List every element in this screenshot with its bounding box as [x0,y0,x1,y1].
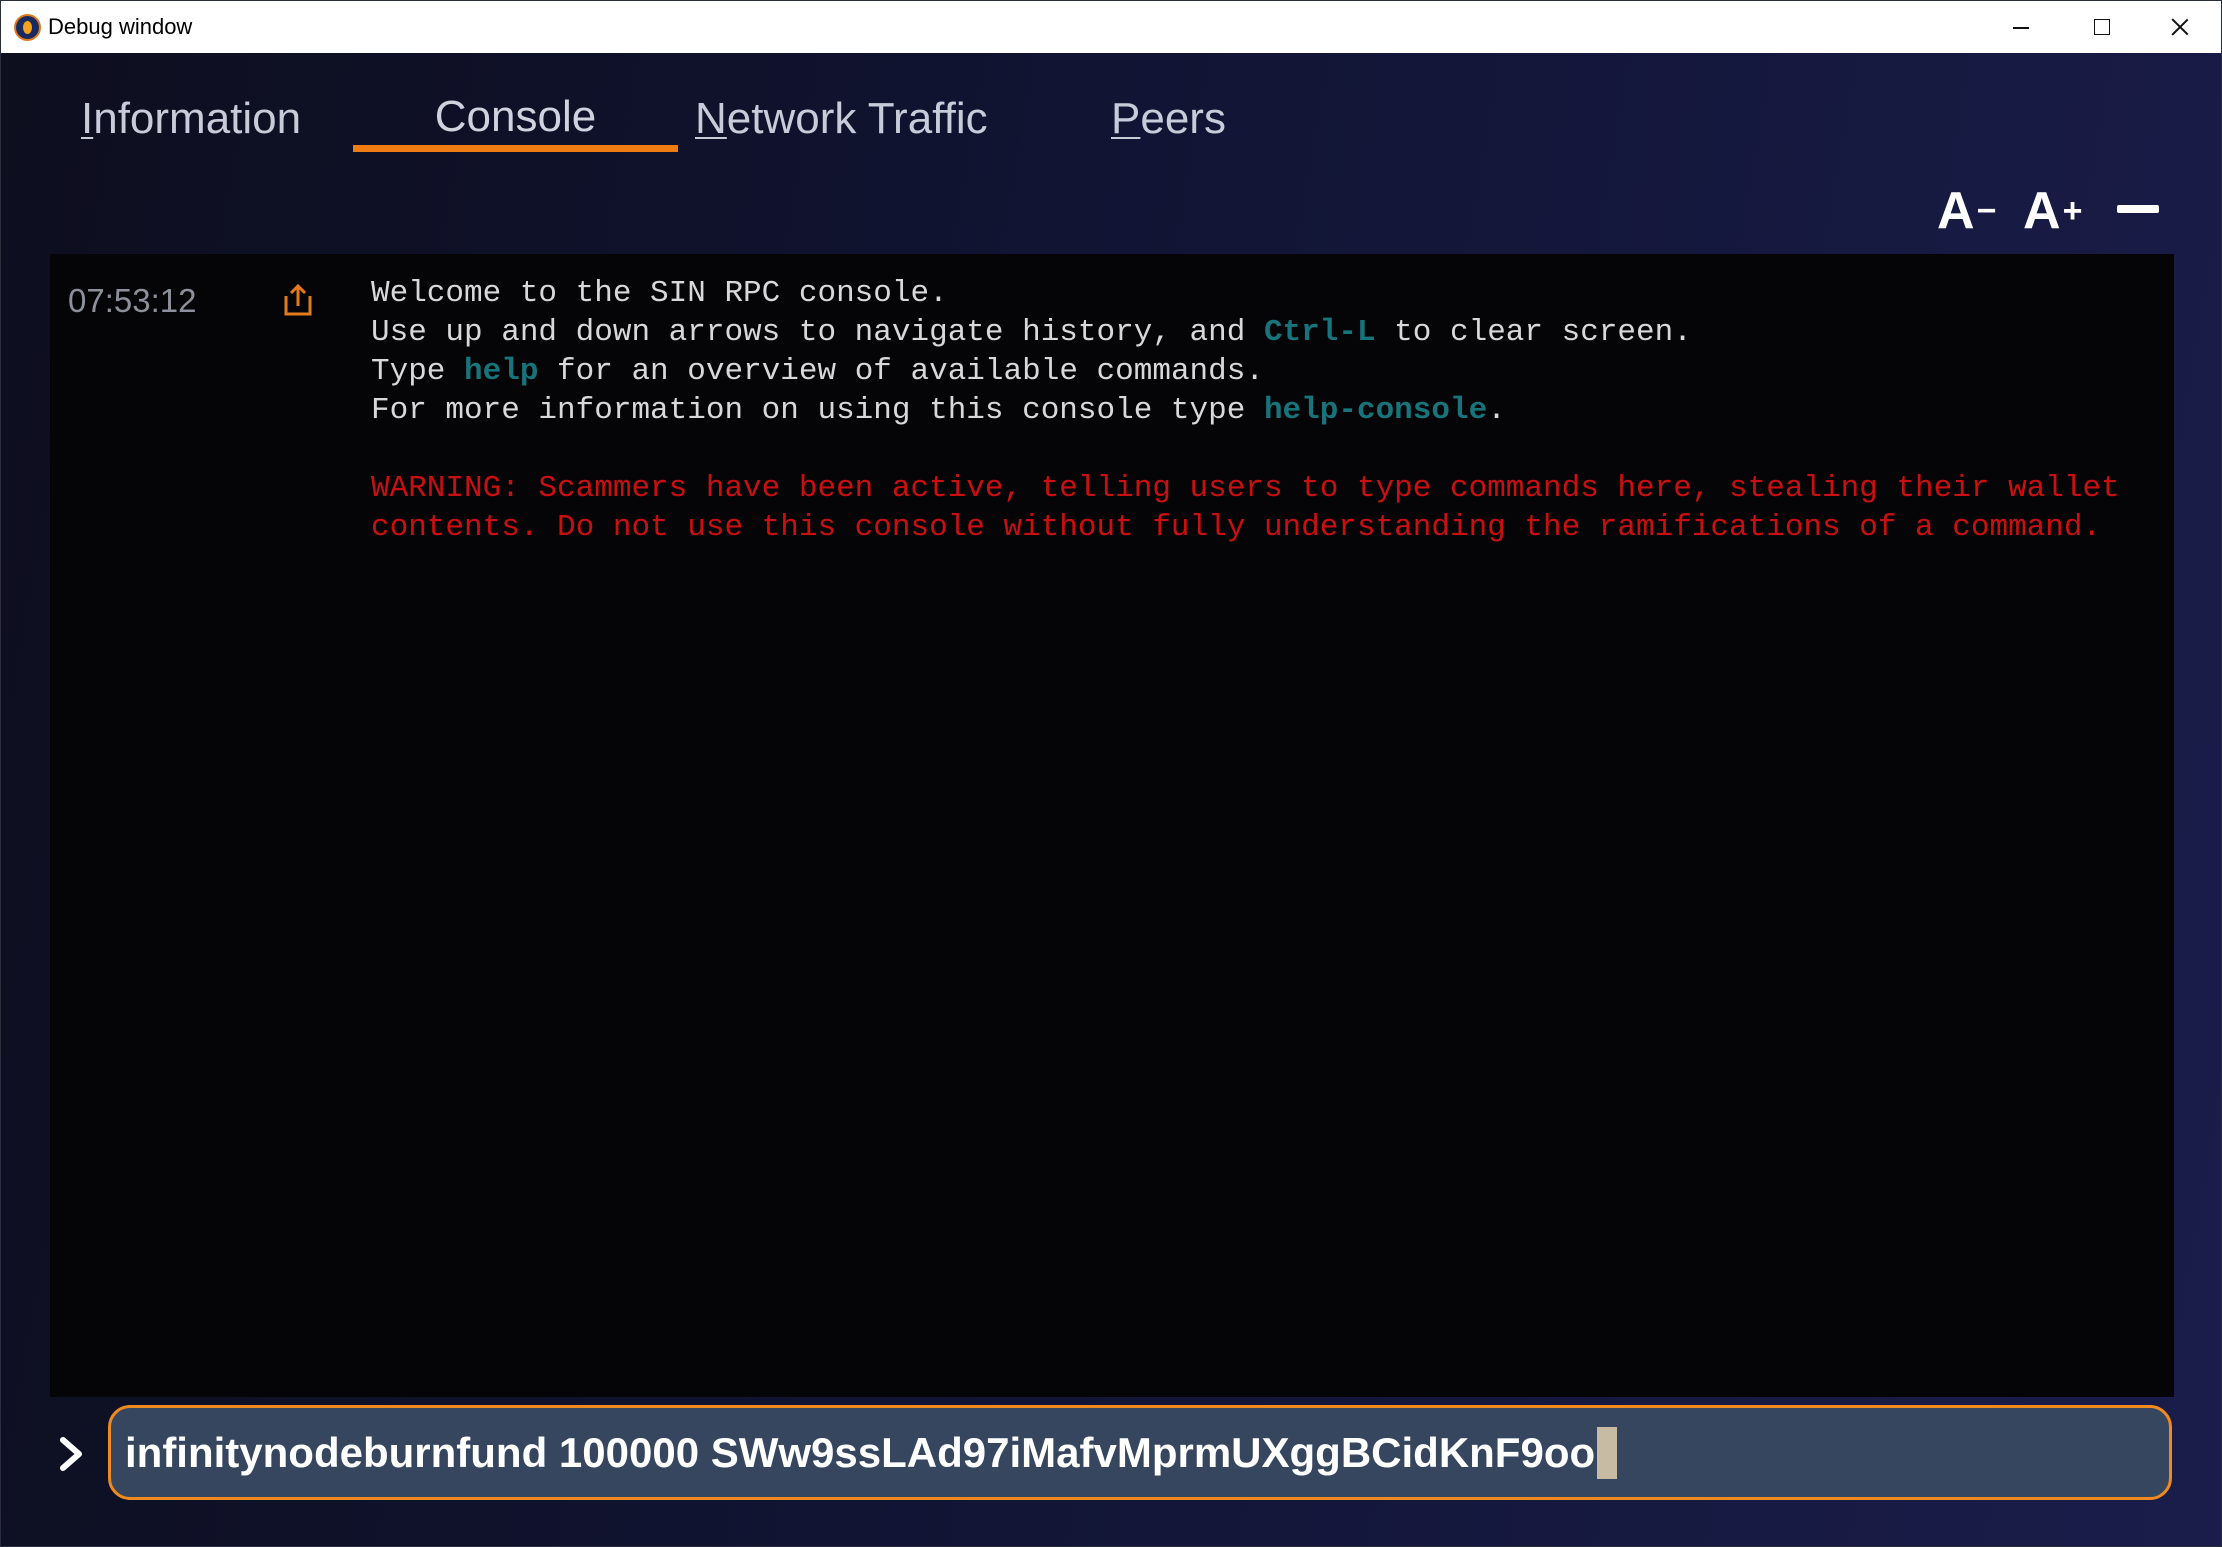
console-line: for an overview of available commands. [538,354,1264,389]
close-button[interactable] [2137,1,2221,53]
font-increase-label: A [2023,182,2061,240]
console-line: . [1487,393,1506,428]
chevron-right-icon [60,1437,82,1471]
font-increase-button[interactable]: A+ [2023,181,2082,241]
debug-window: Debug window Information Console Network… [0,0,2222,1547]
console-line: to clear screen. [1375,315,1692,350]
tab-mnemonic: P [1111,94,1141,143]
minimize-icon [2013,27,2029,29]
font-increase-suffix: + [2062,192,2083,230]
close-icon [2171,18,2189,36]
console-line: Use up and down arrows to navigate histo… [371,315,1264,350]
active-tab-indicator [353,145,678,152]
font-decrease-button[interactable]: A− [1937,181,1996,241]
tab-label: nformation [93,94,302,143]
app-logo-icon [14,14,41,41]
title-bar: Debug window [1,1,2221,53]
clear-console-button[interactable] [2117,205,2159,213]
tab-mnemonic: N [695,94,727,143]
reply-icon[interactable] [280,282,316,318]
warning-message: WARNING: Scammers have been active, tell… [371,471,2139,545]
minimize-button[interactable] [1978,1,2064,53]
font-decrease-suffix: − [1976,192,1997,230]
maximize-button[interactable] [2059,1,2145,53]
tab-network-traffic[interactable]: Network Traffic [695,89,988,149]
tab-console[interactable]: Console [353,87,678,147]
tab-label: Console [434,92,597,141]
console-line: Type [371,354,465,389]
console-keyword: help [464,354,539,389]
console-message: Welcome to the SIN RPC console. Use up a… [371,274,2161,547]
command-input[interactable]: infinitynodeburnfund 100000 SWw9ssLAd97i… [108,1405,2172,1500]
console-keyword: Ctrl-L [1263,315,1376,350]
tab-information[interactable]: Information [81,89,301,149]
console-line: Welcome to the SIN RPC console. [371,276,948,311]
window-title: Debug window [48,14,193,39]
window-body: Information Console Network Traffic Peer… [1,53,2221,1546]
text-cursor [1597,1426,1618,1479]
font-decrease-label: A [1937,182,1975,240]
console-keyword: help-console [1263,393,1488,428]
tab-peers[interactable]: Peers [1111,89,1226,149]
tab-label: etwork Traffic [726,94,988,143]
tab-mnemonic: I [81,94,94,143]
command-input-value: infinitynodeburnfund 100000 SWw9ssLAd97i… [125,1428,1596,1476]
message-timestamp: 07:53:12 [68,282,197,319]
console-line: For more information on using this conso… [371,393,1264,428]
maximize-icon [2094,19,2110,35]
console-output[interactable]: 07:53:12 Welcome to the SIN RPC console.… [50,254,2174,1397]
tab-label: eers [1140,94,1226,143]
